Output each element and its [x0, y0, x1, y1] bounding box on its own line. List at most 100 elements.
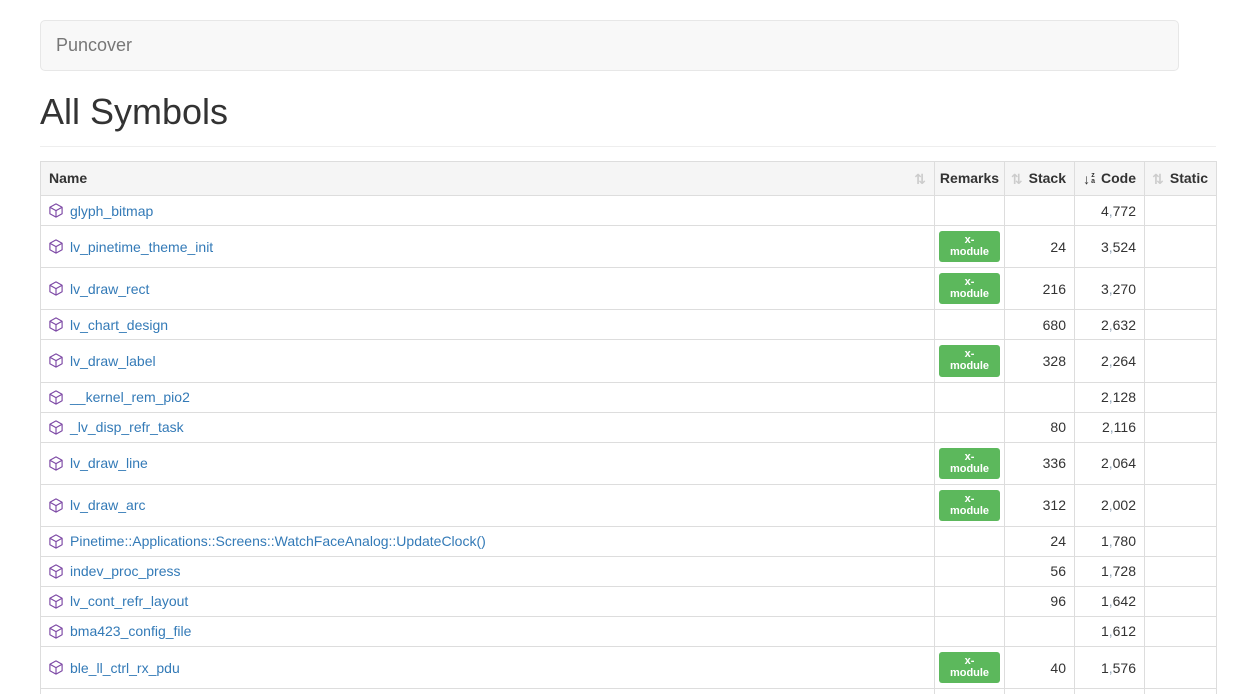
code-value: 1,480	[1075, 689, 1145, 694]
remarks-cell	[935, 382, 1005, 412]
symbol-cube-icon	[49, 239, 63, 254]
remarks-cell	[935, 526, 1005, 556]
code-value: 2,632	[1075, 310, 1145, 340]
name-cell: lv_draw_line	[41, 442, 935, 484]
x-module-badge: x-module	[939, 448, 1000, 479]
table-row: bma423_config_file 1,612	[41, 616, 1217, 646]
column-label-remarks: Remarks	[940, 169, 999, 188]
symbol-cube-icon	[49, 353, 63, 368]
static-value	[1145, 442, 1217, 484]
code-value: 1,612	[1075, 616, 1145, 646]
symbol-link[interactable]: ble_ll_ctrl_rx_pdu	[70, 660, 180, 676]
table-row: lv_bar_design 248 1,480	[41, 689, 1217, 694]
stack-value: 336	[1005, 442, 1075, 484]
stack-value	[1005, 382, 1075, 412]
table-row: lv_draw_rect x-module 216 3,270	[41, 268, 1217, 310]
stack-value: 312	[1005, 484, 1075, 526]
symbol-link[interactable]: lv_draw_arc	[70, 497, 145, 513]
name-cell: __kernel_rem_pio2	[41, 382, 935, 412]
code-value: 3,270	[1075, 268, 1145, 310]
code-value: 1,576	[1075, 646, 1145, 688]
static-value	[1145, 226, 1217, 268]
column-header-name[interactable]: Name ⇅	[41, 162, 935, 196]
table-row: ble_ll_ctrl_rx_pdu x-module 40 1,576	[41, 646, 1217, 688]
code-value: 2,128	[1075, 382, 1145, 412]
x-module-badge: x-module	[939, 345, 1000, 376]
symbol-cube-icon	[49, 594, 63, 609]
static-value	[1145, 646, 1217, 688]
stack-value: 56	[1005, 556, 1075, 586]
remarks-cell: x-module	[935, 340, 1005, 382]
column-header-code[interactable]: ↓ z a Code	[1075, 162, 1145, 196]
table-row: lv_pinetime_theme_init x-module 24 3,524	[41, 226, 1217, 268]
x-module-badge: x-module	[939, 652, 1000, 683]
symbol-cube-icon	[49, 624, 63, 639]
symbol-link[interactable]: Pinetime::Applications::Screens::WatchFa…	[70, 533, 486, 549]
name-cell: lv_cont_refr_layout	[41, 586, 935, 616]
x-module-badge: x-module	[939, 231, 1000, 262]
name-cell: lv_chart_design	[41, 310, 935, 340]
static-value	[1145, 556, 1217, 586]
column-header-remarks[interactable]: Remarks	[935, 162, 1005, 196]
x-module-badge: x-module	[939, 490, 1000, 521]
divider	[40, 146, 1216, 147]
table-row: indev_proc_press 56 1,728	[41, 556, 1217, 586]
page-title: All Symbols	[40, 91, 1260, 133]
remarks-cell	[935, 412, 1005, 442]
symbol-link[interactable]: bma423_config_file	[70, 623, 191, 639]
symbol-cube-icon	[49, 564, 63, 579]
table-row: lv_draw_line x-module 336 2,064	[41, 442, 1217, 484]
stack-value: 328	[1005, 340, 1075, 382]
table-row: _lv_disp_refr_task 80 2,116	[41, 412, 1217, 442]
code-value: 1,780	[1075, 526, 1145, 556]
symbol-link[interactable]: lv_draw_line	[70, 455, 148, 471]
static-value	[1145, 689, 1217, 694]
code-value: 2,064	[1075, 442, 1145, 484]
code-value: 3,524	[1075, 226, 1145, 268]
stack-value: 96	[1005, 586, 1075, 616]
symbol-link[interactable]: lv_cont_refr_layout	[70, 593, 188, 609]
table-row: Pinetime::Applications::Screens::WatchFa…	[41, 526, 1217, 556]
symbol-link[interactable]: indev_proc_press	[70, 563, 181, 579]
remarks-cell	[935, 196, 1005, 226]
static-value	[1145, 310, 1217, 340]
table-header: Name ⇅ Remarks ⇅ Stack	[41, 162, 1217, 196]
code-value: 1,728	[1075, 556, 1145, 586]
symbol-link[interactable]: lv_pinetime_theme_init	[70, 239, 213, 255]
column-label-code: Code	[1101, 169, 1136, 188]
remarks-cell: x-module	[935, 442, 1005, 484]
table-body: glyph_bitmap 4,772 lv_pinetime_theme_ini…	[41, 196, 1217, 694]
sort-desc-icon: ↓ z a	[1083, 172, 1095, 186]
name-cell: glyph_bitmap	[41, 196, 935, 226]
stack-value: 680	[1005, 310, 1075, 340]
name-cell: lv_draw_rect	[41, 268, 935, 310]
symbol-cube-icon	[49, 281, 63, 296]
symbol-link[interactable]: __kernel_rem_pio2	[70, 389, 190, 405]
column-header-static[interactable]: ⇅ Static	[1145, 162, 1217, 196]
column-label-static: Static	[1170, 169, 1208, 188]
symbol-cube-icon	[49, 390, 63, 405]
symbol-link[interactable]: glyph_bitmap	[70, 203, 153, 219]
name-cell: indev_proc_press	[41, 556, 935, 586]
symbol-link[interactable]: lv_chart_design	[70, 317, 168, 333]
stack-value	[1005, 196, 1075, 226]
sort-both-icon: ⇅	[1011, 172, 1023, 186]
column-header-stack[interactable]: ⇅ Stack	[1005, 162, 1075, 196]
symbol-link[interactable]: _lv_disp_refr_task	[70, 419, 184, 435]
remarks-cell: x-module	[935, 484, 1005, 526]
brand-link[interactable]: Puncover	[41, 35, 147, 56]
static-value	[1145, 526, 1217, 556]
symbol-link[interactable]: lv_draw_rect	[70, 281, 149, 297]
table-row: lv_draw_arc x-module 312 2,002	[41, 484, 1217, 526]
name-cell: _lv_disp_refr_task	[41, 412, 935, 442]
static-value	[1145, 382, 1217, 412]
symbol-cube-icon	[49, 660, 63, 675]
static-value	[1145, 268, 1217, 310]
symbol-link[interactable]: lv_draw_label	[70, 353, 156, 369]
stack-value: 248	[1005, 689, 1075, 694]
column-label-stack: Stack	[1029, 169, 1066, 188]
table-row: __kernel_rem_pio2 2,128	[41, 382, 1217, 412]
remarks-cell	[935, 586, 1005, 616]
symbol-cube-icon	[49, 203, 63, 218]
table-row: lv_draw_label x-module 328 2,264	[41, 340, 1217, 382]
